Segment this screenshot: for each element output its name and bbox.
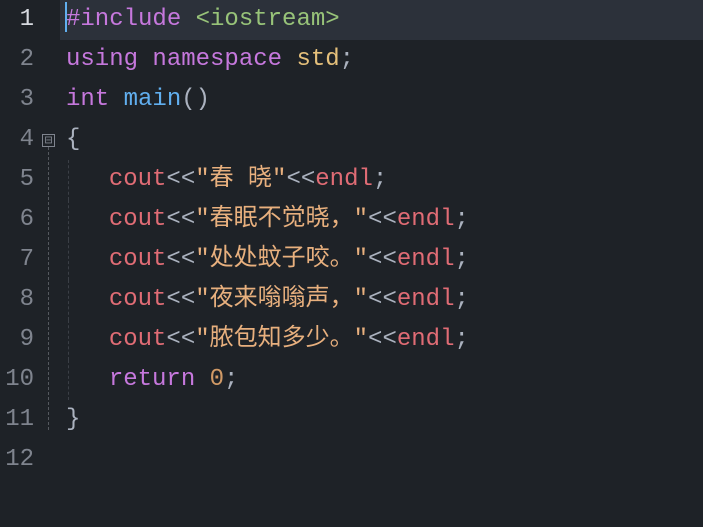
tok-operator: << (166, 166, 195, 193)
tok-string: "脓包知多少。" (195, 326, 368, 353)
tok-operator: << (368, 246, 397, 273)
line-number: 12 (0, 440, 34, 480)
tok-identifier: endl (397, 286, 455, 313)
tok-identifier: cout (109, 166, 167, 193)
indent-guide (68, 280, 80, 320)
tok-include-header: <iostream> (181, 6, 339, 33)
tok-identifier: cout (109, 326, 167, 353)
tok-punct: ; (373, 166, 387, 193)
code-line[interactable]: cout<<"春 晓"<<endl; (60, 160, 703, 200)
tok-identifier: endl (397, 326, 455, 353)
tok-string: "春眠不觉晓，" (195, 206, 368, 233)
tok-punct: ; (454, 286, 468, 313)
tok-identifier: cout (109, 206, 167, 233)
text-cursor (65, 2, 67, 32)
code-line[interactable]: cout<<"春眠不觉晓，"<<endl; (60, 200, 703, 240)
indent-guide (68, 360, 80, 400)
indent-guide (68, 320, 80, 360)
line-number: 5 (0, 160, 34, 200)
tok-identifier: std (282, 46, 340, 73)
tok-operator: << (286, 166, 315, 193)
tok-operator: << (368, 286, 397, 313)
tok-keyword: using (66, 46, 138, 73)
tok-keyword: return (109, 366, 195, 393)
tok-keyword: namespace (138, 46, 282, 73)
tok-identifier: endl (397, 246, 455, 273)
tok-operator: << (166, 246, 195, 273)
code-editor[interactable]: 1 2 3 4 5 6 7 8 9 10 11 12 ⊟ #include <i… (0, 0, 703, 527)
tok-preprocessor: #include (66, 6, 181, 33)
code-line[interactable]: int main() (60, 80, 703, 120)
line-number: 9 (0, 320, 34, 360)
tok-operator: << (166, 326, 195, 353)
line-number: 1 (0, 0, 34, 40)
tok-operator: << (368, 326, 397, 353)
tok-string: "夜来嗡嗡声，" (195, 286, 368, 313)
indent-guide (68, 200, 80, 240)
tok-identifier: endl (315, 166, 373, 193)
line-number: 7 (0, 240, 34, 280)
line-number: 3 (0, 80, 34, 120)
tok-keyword: int (66, 86, 109, 113)
indent-guide (68, 240, 80, 280)
minus-icon: ⊟ (45, 134, 53, 147)
tok-identifier: cout (109, 246, 167, 273)
tok-function: main (109, 86, 181, 113)
tok-punct: ; (340, 46, 354, 73)
code-line[interactable] (60, 440, 703, 480)
tok-string: "春 晓" (195, 166, 286, 193)
line-number: 4 (0, 120, 34, 160)
fold-column: ⊟ (42, 0, 60, 527)
code-line[interactable]: cout<<"夜来嗡嗡声，"<<endl; (60, 280, 703, 320)
line-number: 6 (0, 200, 34, 240)
code-line[interactable]: #include <iostream> (60, 0, 703, 40)
fold-guide-line (48, 147, 49, 430)
tok-identifier: cout (109, 286, 167, 313)
tok-punct: ; (454, 246, 468, 273)
code-line[interactable]: cout<<"脓包知多少。"<<endl; (60, 320, 703, 360)
line-number: 11 (0, 400, 34, 440)
code-line[interactable]: using namespace std; (60, 40, 703, 80)
fold-toggle-icon[interactable]: ⊟ (42, 134, 55, 147)
line-number: 2 (0, 40, 34, 80)
code-line[interactable]: { (60, 120, 703, 160)
tok-operator: << (368, 206, 397, 233)
line-number: 8 (0, 280, 34, 320)
code-area[interactable]: #include <iostream> using namespace std;… (60, 0, 703, 527)
line-number: 10 (0, 360, 34, 400)
indent-guide (68, 160, 80, 200)
code-line[interactable]: } (60, 400, 703, 440)
tok-brace: } (66, 406, 80, 433)
tok-punct: ; (454, 326, 468, 353)
code-line[interactable]: return 0; (60, 360, 703, 400)
tok-brace: { (66, 126, 80, 153)
line-number-gutter: 1 2 3 4 5 6 7 8 9 10 11 12 (0, 0, 42, 527)
tok-punct: () (181, 86, 210, 113)
tok-identifier: endl (397, 206, 455, 233)
tok-operator: << (166, 206, 195, 233)
tok-number: 0 (195, 366, 224, 393)
tok-punct: ; (454, 206, 468, 233)
tok-string: "处处蚊子咬。" (195, 246, 368, 273)
code-line[interactable]: cout<<"处处蚊子咬。"<<endl; (60, 240, 703, 280)
tok-operator: << (166, 286, 195, 313)
tok-punct: ; (224, 366, 238, 393)
